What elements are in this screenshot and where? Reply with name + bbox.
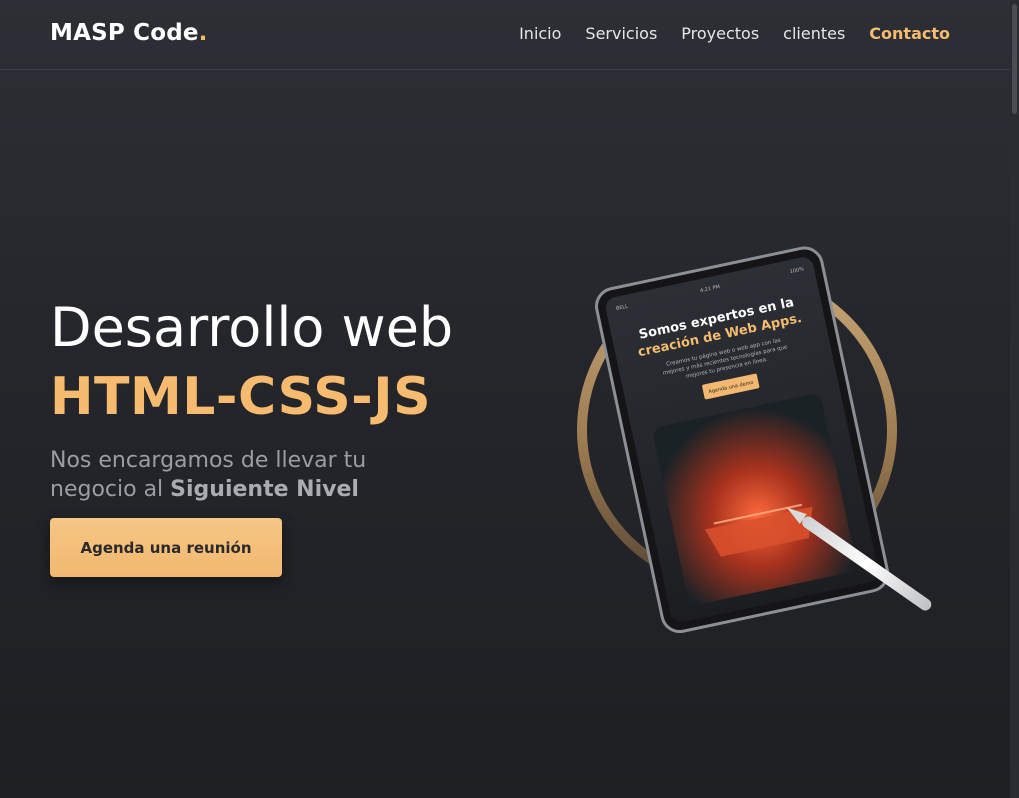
nav-menu: Inicio Servicios Proyectos clientes Cont… [519, 24, 950, 43]
hero-desc-emphasis: Siguiente Nivel [170, 477, 359, 502]
nav-link-servicios[interactable]: Servicios [585, 24, 657, 43]
hero-description: Nos encargamos de llevar tu negocio al S… [50, 446, 430, 504]
nav-link-inicio[interactable]: Inicio [519, 24, 561, 43]
page-scrollbar[interactable] [1010, 0, 1019, 798]
hero-desc-line1: Nos encargamos de llevar tu [50, 448, 367, 473]
hero-desc-line2: negocio al [50, 477, 171, 502]
hero-tablet-illustration: BELL 4:21 PM 100% Somos expertos en la c… [577, 246, 932, 634]
brand-name: MASP Code [50, 20, 199, 46]
brand-dot: . [198, 20, 208, 46]
brand-logo[interactable]: MASP Code. [50, 20, 208, 46]
scrollbar-thumb[interactable] [1012, 4, 1017, 114]
nav-link-clientes[interactable]: clientes [783, 24, 845, 43]
nav-link-proyectos[interactable]: Proyectos [681, 24, 759, 43]
hero-title: Desarrollo web [50, 296, 454, 359]
hero-subtitle: HTML-CSS-JS [50, 367, 432, 427]
navbar: MASP Code. Inicio Servicios Proyectos cl… [0, 0, 1010, 70]
schedule-meeting-button[interactable]: Agenda una reunión [50, 518, 282, 577]
nav-link-contacto[interactable]: Contacto [869, 24, 950, 43]
